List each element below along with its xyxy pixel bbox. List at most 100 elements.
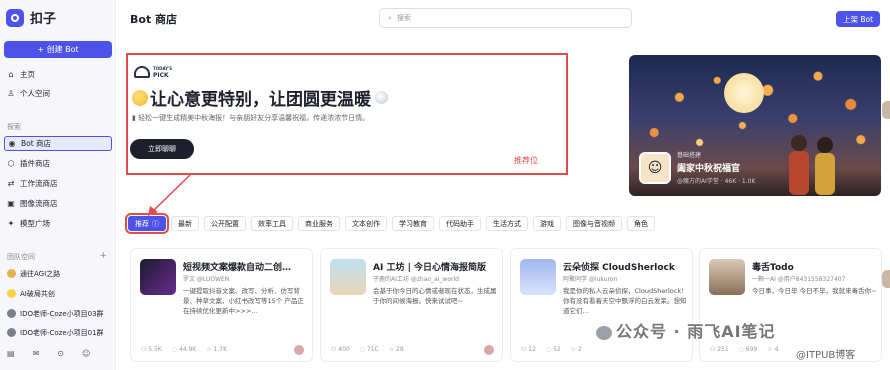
chats-stat: ◌ 52 <box>545 346 561 353</box>
promo-tag: 基础搭建 <box>677 152 702 159</box>
users-stat: ⚇ 251 <box>710 346 729 353</box>
team-item-label: IDO老师-Coze小项目01群 <box>20 328 104 337</box>
create-bot-button[interactable]: + 创建 Bot <box>4 41 112 58</box>
image-icon: ▣ <box>7 198 15 208</box>
bot-title: 短视频文案爆款自动二创… <box>183 263 292 273</box>
team-item[interactable]: AI破局共创 <box>4 286 112 301</box>
bot-card[interactable]: AI 工坊 | 今日心情海报简版 子鹿的AI工坊 @zhao_ai_world … <box>320 248 503 362</box>
nav-workflow-store[interactable]: ⇄ 工作流商店 <box>4 176 112 191</box>
search-input[interactable]: ⌕ 搜索 <box>379 8 632 28</box>
team-item[interactable]: IDO老师-Coze小项目03群 <box>4 306 112 321</box>
wechat-watermark: 公众号 · 雨飞AI笔记 <box>596 318 776 342</box>
chats-stat: ◌ 699 <box>738 346 758 353</box>
todays-pick-badge: TODAY'S PICK <box>134 65 172 79</box>
users-stat: ⚇ 400 <box>331 346 350 353</box>
tab-code[interactable]: 代码助手 <box>439 216 481 231</box>
nav-workflow-store-label: 工作流商店 <box>20 179 58 188</box>
tab-efficiency[interactable]: 效率工具 <box>251 216 293 231</box>
tab-media[interactable]: 图像与音视频 <box>566 216 622 231</box>
featured-banner[interactable]: TODAY'S PICK 让心意更特别，让团圆更温暖 ▮ 轻松一键生成精美中秋海报… <box>126 53 568 175</box>
banner-subtitle: ▮ 轻松一键生成精美中秋海报！与亲朋好友分享温馨祝福，传递浓浓节日情。 <box>132 114 370 122</box>
stars-stat: ☆ 1.7K <box>206 346 228 353</box>
tab-lifestyle[interactable]: 生活方式 <box>486 216 528 231</box>
bot-author: 罗文 @LUOWEN <box>183 276 230 283</box>
author-avatar <box>294 345 304 355</box>
nav-personal-label: 个人空间 <box>20 89 50 98</box>
edge-avatar <box>882 270 890 288</box>
explore-section-label: 探索 <box>7 123 21 131</box>
moon-illustration <box>724 73 764 113</box>
tab-business[interactable]: 商业服务 <box>298 216 340 231</box>
stars-stat: ☆ 2 <box>570 346 582 353</box>
promo-sub: @魔方的AI学堂 · 46K · 1.0K <box>677 178 756 185</box>
home-icon: ⌂ <box>8 69 14 79</box>
app-window: 扣子 + 创建 Bot ⌂ 主页 ♙ 个人空间 探索 ◉ Bot 商店 ⬡ 插件… <box>0 0 890 370</box>
team-item-label: 通往AGI之路 <box>20 269 61 278</box>
tab-label: 推荐 <box>135 219 149 228</box>
tab-public-config[interactable]: 公开配置 <box>204 216 246 231</box>
mail-icon[interactable]: ✉ <box>33 349 40 358</box>
nav-personal[interactable]: ♙ 个人空间 <box>4 86 112 101</box>
bot-author: 阿聚同学 @lukuron <box>563 276 618 283</box>
tab-latest[interactable]: 最新 <box>171 216 199 231</box>
nav-plugin-store[interactable]: ⬡ 插件商店 <box>4 156 112 171</box>
publish-bot-button[interactable]: 上架 Bot <box>836 11 880 27</box>
watermark-text: 公众号 · 雨飞AI笔记 <box>616 322 776 341</box>
sidebar: 扣子 + 创建 Bot ⌂ 主页 ♙ 个人空间 探索 ◉ Bot 商店 ⬡ 插件… <box>0 0 116 370</box>
bot-description: 我是你的私人云朵侦探，CloudSherlock! 你有没有看着天空中飘浮的白云… <box>563 287 687 315</box>
moon-icon <box>375 91 388 104</box>
nav-model-square[interactable]: ✦ 模型广场 <box>4 216 112 231</box>
bot-card[interactable]: 毒舌Todo 一颗一AI @用户8431558327407 今日事，今日毕 今日… <box>699 248 882 362</box>
tab-writing[interactable]: 文本创作 <box>345 216 387 231</box>
team-item[interactable]: 通往AGI之路 <box>4 266 112 281</box>
banner-title: 让心意更特别，让团圆更温暖 <box>132 85 388 110</box>
bot-title: AI 工坊 | 今日心情海报简版 <box>373 263 487 273</box>
bot-author: 一颗一AI @用户8431558327407 <box>752 276 846 283</box>
bot-thumbnail <box>709 259 745 295</box>
logo[interactable]: 扣子 <box>6 8 56 27</box>
pick-line-2: PICK <box>153 72 169 79</box>
nav-bot-store-label: Bot 商店 <box>21 139 52 148</box>
bot-author: 子鹿的AI工坊 @zhao_ai_world <box>373 276 459 283</box>
stars-stat: ☆ 4 <box>767 346 779 353</box>
user-avatar-icon[interactable]: ☺ <box>82 349 90 358</box>
chat-now-button[interactable]: 立即聊聊 <box>130 139 194 159</box>
team-item-label: AI破局共创 <box>20 289 55 298</box>
app-name: 扣子 <box>30 12 57 27</box>
team-avatar <box>7 309 16 318</box>
team-item[interactable]: IDO老师-Coze小项目01群 <box>4 325 112 340</box>
tab-role[interactable]: 角色 <box>627 216 655 231</box>
wechat-icon <box>596 325 612 340</box>
bot-title: 云朵侦探 CloudSherlock <box>563 263 675 273</box>
tab-education[interactable]: 学习教育 <box>392 216 434 231</box>
bot-stats: ⚇ 5.5K ◌ 44.9K ☆ 1.7K <box>141 346 227 353</box>
nav-plugin-store-label: 插件商店 <box>20 159 50 168</box>
team-section-label: 团队空间 <box>7 253 35 261</box>
bot-title: 毒舌Todo <box>752 263 794 273</box>
help-icon[interactable]: ⊙ <box>57 349 64 358</box>
tab-game[interactable]: 游戏 <box>533 216 561 231</box>
nav-home-label: 主页 <box>20 70 35 79</box>
nav-home[interactable]: ⌂ 主页 <box>4 67 112 82</box>
author-avatar <box>484 345 494 355</box>
promo-bot-info: ☺ 基础搭建 阖家中秋祝福官 @魔方的AI学堂 · 46K · 1.0K <box>639 150 755 185</box>
category-tabs: 推荐 ⓘ 最新 公开配置 效率工具 商业服务 文本创作 学习教育 代码助手 生活方… <box>125 213 655 234</box>
users-stat: ⚇ 5.5K <box>141 346 162 353</box>
page-title: Bot 商店 <box>130 13 178 26</box>
bot-stats: ⚇ 400 ◌ 71C ☆ 28 <box>331 346 404 353</box>
bot-card[interactable]: 短视频文案爆款自动二创… 罗文 @LUOWEN 一键提取抖音文案、改写、分析、仿… <box>130 248 313 362</box>
tab-recommend[interactable]: 推荐 ⓘ <box>125 213 169 234</box>
bot-card[interactable]: 云朵侦探 CloudSherlock 阿聚同学 @lukuron 我是你的私人云… <box>510 248 693 362</box>
team-avatar <box>7 269 16 278</box>
doc-icon[interactable]: ▤ <box>7 349 15 358</box>
nav-image-store[interactable]: ▣ 图像流商店 <box>4 196 112 211</box>
moon-icon <box>132 89 148 106</box>
promo-bot-avatar: ☺ <box>639 151 671 184</box>
add-team-icon[interactable]: + <box>99 251 107 261</box>
nav-bot-store[interactable]: ◉ Bot 商店 <box>4 136 112 151</box>
search-icon: ⌕ <box>388 13 392 22</box>
promo-banner[interactable]: ☺ 基础搭建 阖家中秋祝福官 @魔方的AI学堂 · 46K · 1.0K <box>629 55 881 196</box>
users-stat: ⚇ 12 <box>521 346 536 353</box>
bot-icon: ◉ <box>8 138 16 148</box>
chats-stat: ◌ 71C <box>359 346 379 353</box>
